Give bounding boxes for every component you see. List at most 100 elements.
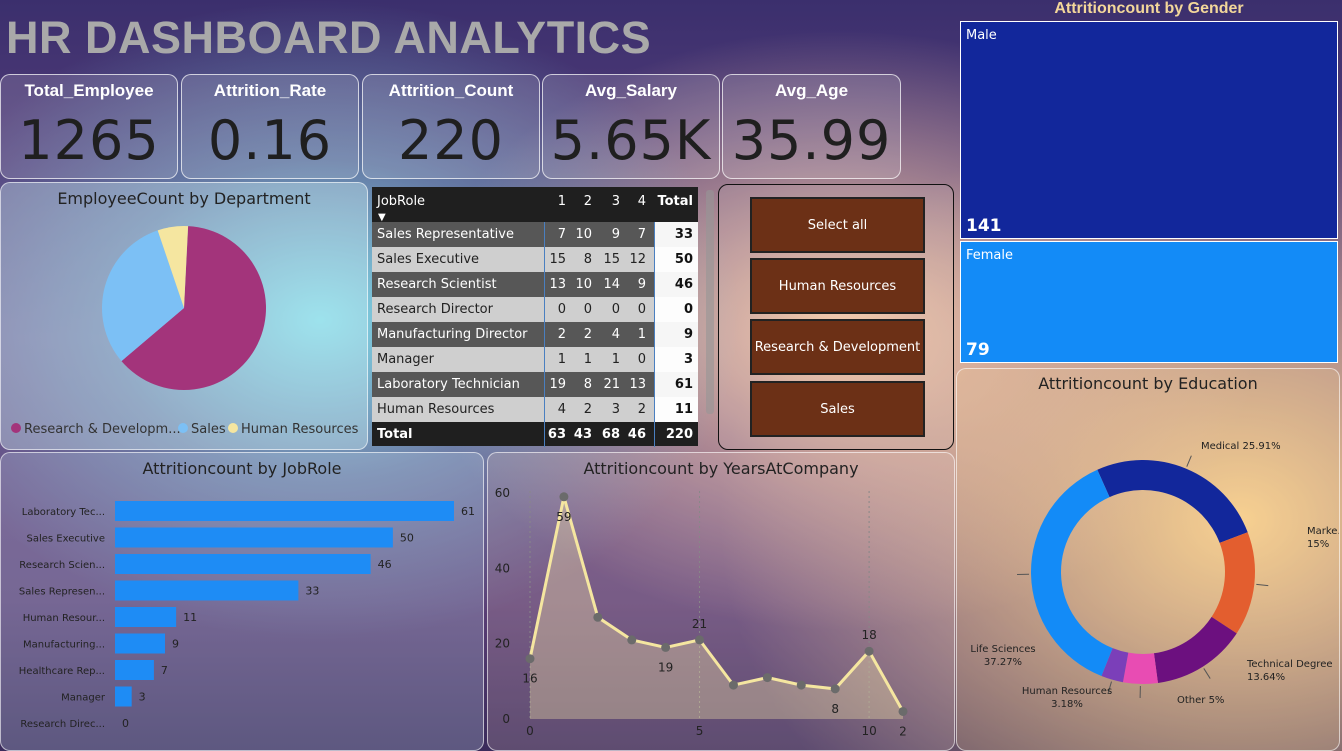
- kpi-value: 5.65K: [550, 109, 712, 172]
- department-pie-panel[interactable]: EmployeeCount by Department Research & D…: [0, 182, 368, 450]
- treemap-male-tile[interactable]: Male 141: [960, 21, 1338, 239]
- row-total: 33: [655, 222, 698, 247]
- bar-value-label: 33: [305, 585, 319, 598]
- bar-value-label: 3: [139, 691, 146, 704]
- data-label: 19: [658, 660, 673, 674]
- data-point[interactable]: [525, 654, 535, 664]
- jobrole-bar-chart[interactable]: Laboratory Tec... 61 Sales Executive 50 Rese…: [1, 453, 484, 751]
- table-row[interactable]: Manager 1 1 1 0 3: [372, 347, 698, 372]
- leader-line: [1256, 583, 1269, 587]
- kpi-total-employee[interactable]: Total_Employee 1265: [0, 74, 178, 179]
- slicer-rd-button[interactable]: Research & Development: [750, 319, 925, 375]
- jobrole-bar-panel[interactable]: Attritioncount by JobRole Laboratory Tec…: [0, 452, 484, 751]
- leader-line: [1203, 668, 1211, 679]
- kpi-avg-salary[interactable]: Avg_Salary 5.65K: [542, 74, 720, 179]
- legend-label[interactable]: Research & Developm...: [24, 422, 181, 437]
- data-point[interactable]: [898, 706, 908, 716]
- column-divider: [544, 222, 545, 447]
- donut-slice[interactable]: [1153, 616, 1237, 683]
- kpi-attrition-rate[interactable]: Attrition_Rate 0.16: [181, 74, 359, 179]
- header-col[interactable]: 3: [600, 187, 620, 222]
- years-area-chart[interactable]: 16591921818202040600 5 10: [488, 453, 955, 751]
- header-col[interactable]: 1: [546, 187, 566, 222]
- treemap-label: Male: [966, 28, 997, 43]
- data-point[interactable]: [661, 642, 671, 652]
- table-row[interactable]: Laboratory Technician 19 8 21 13 61: [372, 372, 698, 397]
- bar[interactable]: [115, 686, 132, 707]
- legend-swatch: [178, 423, 188, 433]
- row-value: 10: [575, 227, 592, 242]
- data-point[interactable]: [796, 680, 806, 690]
- bar[interactable]: [115, 527, 393, 548]
- header-total[interactable]: Total: [655, 187, 693, 222]
- bar[interactable]: [115, 633, 166, 654]
- table-scrollbar[interactable]: [706, 190, 714, 414]
- bar-value-label: 11: [183, 611, 197, 624]
- donut-slice[interactable]: [1211, 532, 1255, 634]
- x-tick-label: 5: [696, 724, 704, 738]
- data-point[interactable]: [695, 635, 705, 645]
- donut-slice[interactable]: [1097, 460, 1248, 543]
- kpi-value: 0.16: [207, 109, 333, 172]
- data-point[interactable]: [559, 492, 569, 502]
- data-point[interactable]: [627, 635, 637, 645]
- bar[interactable]: [115, 501, 454, 521]
- bar-category-label: Sales Represen...: [19, 587, 105, 598]
- kpi-attrition-count[interactable]: Attrition_Count 220: [362, 74, 540, 179]
- row-jobrole: Research Director: [377, 302, 493, 317]
- data-label: 18: [861, 628, 876, 642]
- donut-slice[interactable]: [1122, 652, 1158, 684]
- data-point[interactable]: [728, 680, 738, 690]
- bar[interactable]: [115, 554, 371, 574]
- slicer-sales-button[interactable]: Sales: [750, 381, 925, 437]
- table-row[interactable]: Research Director 0 0 0 0 0: [372, 297, 698, 322]
- department-pie-chart[interactable]: Research & Developm... Sales Human Resourc…: [1, 183, 368, 450]
- legend-swatch: [11, 423, 21, 433]
- row-value: 0: [557, 302, 566, 317]
- total-value: 68: [601, 427, 620, 442]
- jobrole-matrix-table[interactable]: JobRole ▼ 1 2 3 4 Total Sales Representa…: [372, 187, 698, 447]
- donut-label: Technical Degree 13.64%: [1246, 659, 1333, 683]
- department-slicer: Select all Human Resources Research & De…: [718, 184, 954, 450]
- bar-value-label: 0: [122, 717, 129, 730]
- table-row[interactable]: Human Resources 4 2 3 2 11: [372, 397, 698, 422]
- data-point[interactable]: [830, 684, 840, 694]
- y-tick-label: 0: [502, 712, 510, 726]
- bar[interactable]: [115, 580, 299, 601]
- table-total-row: Total 63 43 68 46 220: [372, 422, 698, 446]
- table-row[interactable]: Sales Representative 7 10 9 7 33: [372, 222, 698, 247]
- bar-value-label: 7: [161, 664, 168, 677]
- slicer-human-resources-button[interactable]: Human Resources: [750, 258, 925, 314]
- education-donut-panel[interactable]: Attritioncount by Education Medical 25.9…: [956, 368, 1340, 751]
- table-header-row: JobRole ▼ 1 2 3 4 Total: [372, 187, 698, 223]
- row-value: 19: [549, 377, 566, 392]
- data-point[interactable]: [864, 646, 874, 656]
- row-value: 1: [611, 352, 620, 367]
- education-donut-chart[interactable]: Medical 25.91% Marke...15% Technical Degre…: [957, 369, 1340, 751]
- row-total: 11: [655, 397, 698, 422]
- row-value: 14: [603, 277, 620, 292]
- legend-label[interactable]: Human Resources: [241, 422, 359, 437]
- data-point[interactable]: [593, 612, 603, 622]
- bar[interactable]: [115, 660, 154, 680]
- total-value: 43: [573, 427, 592, 442]
- y-tick-label: 60: [495, 486, 510, 500]
- treemap-female-tile[interactable]: Female 79: [960, 241, 1338, 363]
- table-row[interactable]: Research Scientist 13 10 14 9 46: [372, 272, 698, 297]
- table-row[interactable]: Manufacturing Director 2 2 4 1 9: [372, 322, 698, 347]
- table-row[interactable]: Sales Executive 15 8 15 12 50: [372, 247, 698, 272]
- row-value: 10: [575, 277, 592, 292]
- years-area-panel[interactable]: Attritioncount by YearsAtCompany 16 59 19 2…: [487, 452, 955, 751]
- kpi-value: 220: [397, 109, 505, 172]
- header-col[interactable]: 4: [626, 187, 646, 222]
- x-tick-label: 0: [526, 724, 534, 738]
- data-point[interactable]: [762, 673, 772, 683]
- bar[interactable]: [115, 607, 177, 627]
- kpi-label: Attrition_Rate: [213, 81, 327, 100]
- donut-slice[interactable]: [1031, 469, 1113, 677]
- legend-label[interactable]: Sales: [191, 422, 226, 437]
- slicer-select-all-button[interactable]: Select all: [750, 197, 925, 253]
- gender-chart-title: Attritioncount by Gender: [1054, 0, 1244, 17]
- header-col[interactable]: 2: [572, 187, 592, 222]
- kpi-avg-age[interactable]: Avg_Age 35.99: [722, 74, 901, 179]
